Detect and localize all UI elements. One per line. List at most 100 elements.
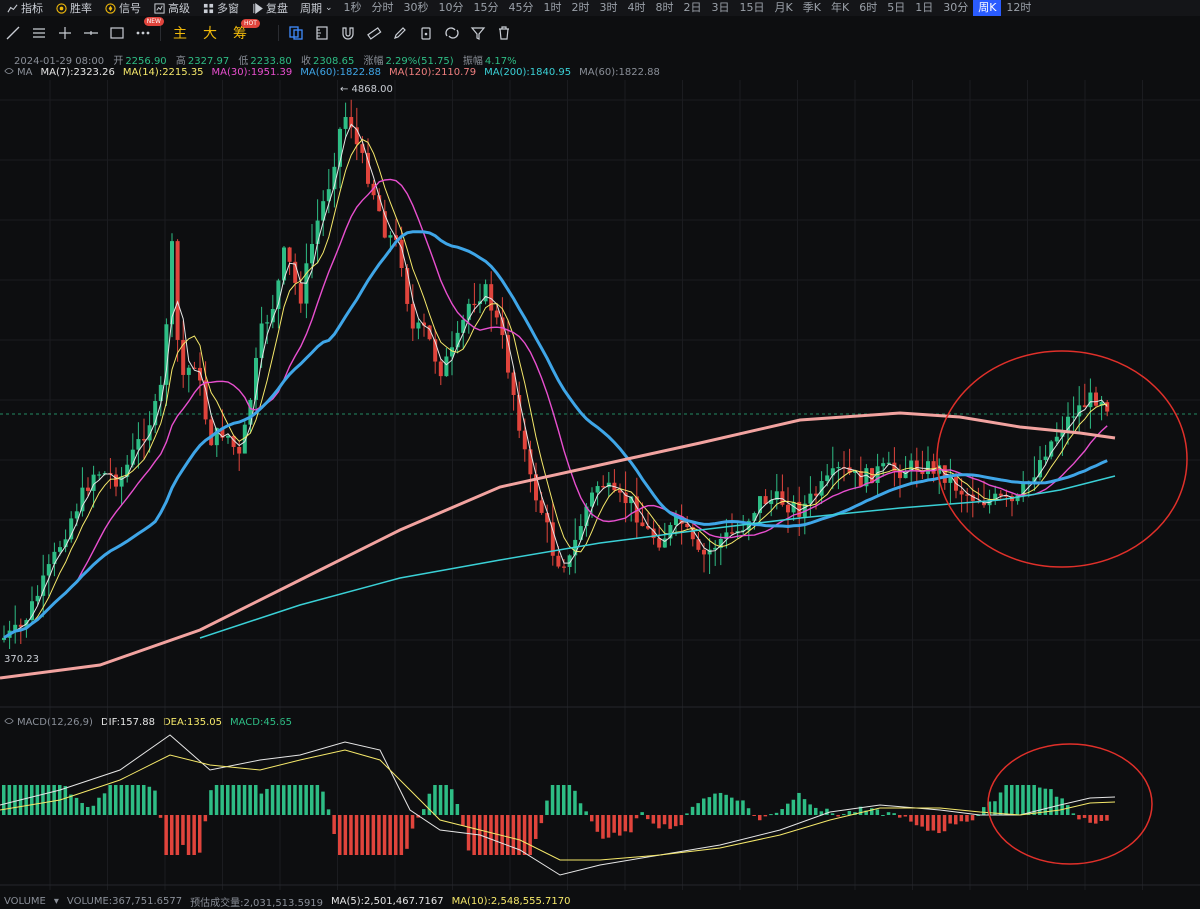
macd-histogram-bar <box>455 803 460 815</box>
macd-histogram-bar <box>7 785 12 815</box>
macd-histogram-bar <box>573 790 577 815</box>
macd-histogram-bar <box>584 811 588 815</box>
macd-histogram-bar <box>287 785 292 815</box>
kline-chart[interactable] <box>0 0 1200 909</box>
macd-histogram-bar <box>954 815 958 825</box>
macd-histogram-bar <box>80 802 84 815</box>
macd-histogram-bar <box>209 790 213 815</box>
macd-histogram-bar <box>752 815 756 816</box>
macd-histogram-bar <box>959 815 964 822</box>
macd-histogram-bar <box>590 815 594 822</box>
macd-histogram-bar <box>875 809 880 815</box>
macd-histogram-bar <box>86 806 90 815</box>
candle-body <box>489 284 494 311</box>
candle-body <box>226 435 230 438</box>
candle-body <box>1105 402 1110 412</box>
macd-histogram-bar <box>483 815 488 855</box>
macd-histogram-bar <box>769 814 773 816</box>
macd-histogram-bar <box>696 803 700 815</box>
macd-histogram-bar <box>1071 813 1076 815</box>
macd-histogram-bar <box>702 798 706 815</box>
macd-histogram-bar <box>1021 785 1025 815</box>
macd-histogram-bar <box>1088 815 1092 823</box>
macd-histogram-bar <box>662 815 667 825</box>
candle-body <box>130 449 135 465</box>
macd-histogram-bar <box>556 785 560 815</box>
macd-histogram-bar <box>909 815 913 822</box>
macd-histogram-bar <box>164 815 168 855</box>
candle-body <box>343 116 348 129</box>
macd-histogram-bar <box>366 815 370 855</box>
macd-histogram-bar <box>214 785 219 815</box>
macd-histogram-bar <box>304 785 308 815</box>
macd-histogram-bar <box>746 808 751 815</box>
ma30-line <box>3 178 1108 639</box>
macd-histogram-bar <box>354 815 359 855</box>
macd-histogram-bar <box>332 815 336 835</box>
candle-body <box>287 247 292 262</box>
macd-histogram-bar <box>808 804 812 815</box>
candle-body <box>702 549 706 555</box>
macd-histogram-bar <box>718 792 723 815</box>
macd-histogram-bar <box>511 815 516 855</box>
macd-histogram-bar <box>903 815 908 817</box>
macd-histogram-bar <box>270 785 275 815</box>
macd-histogram-bar <box>623 815 628 832</box>
macd-histogram-bar <box>276 785 280 815</box>
macd-histogram-bar <box>898 815 902 818</box>
macd-histogram-bar <box>125 785 129 815</box>
macd-histogram-bar <box>63 786 68 815</box>
macd-histogram-bar <box>220 785 224 815</box>
candle-body <box>69 518 74 540</box>
candle-body <box>786 504 790 513</box>
macd-histogram-bar <box>489 815 493 855</box>
macd-histogram-bar <box>450 789 454 815</box>
macd-histogram-bar <box>405 815 409 849</box>
macd-histogram-bar <box>814 807 818 815</box>
macd-histogram-bar <box>410 815 415 829</box>
candle-body <box>730 532 734 534</box>
candle-body <box>1043 456 1048 461</box>
macd-histogram-bar <box>1066 805 1070 815</box>
candle-body <box>780 491 785 505</box>
macd-histogram-bar <box>394 815 398 855</box>
candle-body <box>388 235 393 238</box>
macd-histogram-bar <box>181 815 185 845</box>
macd-histogram-bar <box>158 815 163 818</box>
macd-histogram-bar <box>1032 785 1036 815</box>
candle-body <box>366 152 370 184</box>
macd-histogram-bar <box>618 815 622 836</box>
macd-histogram-bar <box>741 800 745 815</box>
macd-histogram-bar <box>315 785 320 815</box>
macd-histogram-bar <box>842 814 846 816</box>
macd-histogram-bar <box>674 815 678 827</box>
macd-histogram-bar <box>136 785 140 815</box>
macd-histogram-bar <box>539 815 544 824</box>
macd-histogram-bar <box>130 785 135 815</box>
macd-histogram-bar <box>730 797 734 815</box>
macd-histogram-bar <box>24 785 28 815</box>
macd-histogram-bar <box>35 785 40 815</box>
candle-body <box>595 486 600 493</box>
macd-histogram-bar <box>422 809 426 815</box>
candle-body <box>1049 441 1054 457</box>
macd-histogram-bar <box>377 815 381 855</box>
ma14-line <box>3 138 1108 639</box>
macd-histogram-bar <box>142 785 146 815</box>
candle-body <box>298 282 303 304</box>
macd-histogram-bar <box>1082 815 1087 818</box>
macd-histogram-bar <box>192 815 196 855</box>
macd-histogram-bar <box>494 815 499 855</box>
candle-body <box>959 490 964 495</box>
candle-body <box>209 419 214 446</box>
macd-histogram-bar <box>881 814 885 816</box>
macd-histogram-bar <box>550 785 555 815</box>
macd-histogram-bar <box>634 815 639 819</box>
macd-histogram-bar <box>948 815 952 824</box>
macd-histogram-bar <box>382 815 387 855</box>
macd-histogram-bar <box>108 785 112 815</box>
macd-histogram-bar <box>1105 815 1109 821</box>
macd-histogram-bar <box>97 797 101 815</box>
macd-histogram-bar <box>690 806 695 815</box>
macd-histogram-bar <box>293 785 297 815</box>
